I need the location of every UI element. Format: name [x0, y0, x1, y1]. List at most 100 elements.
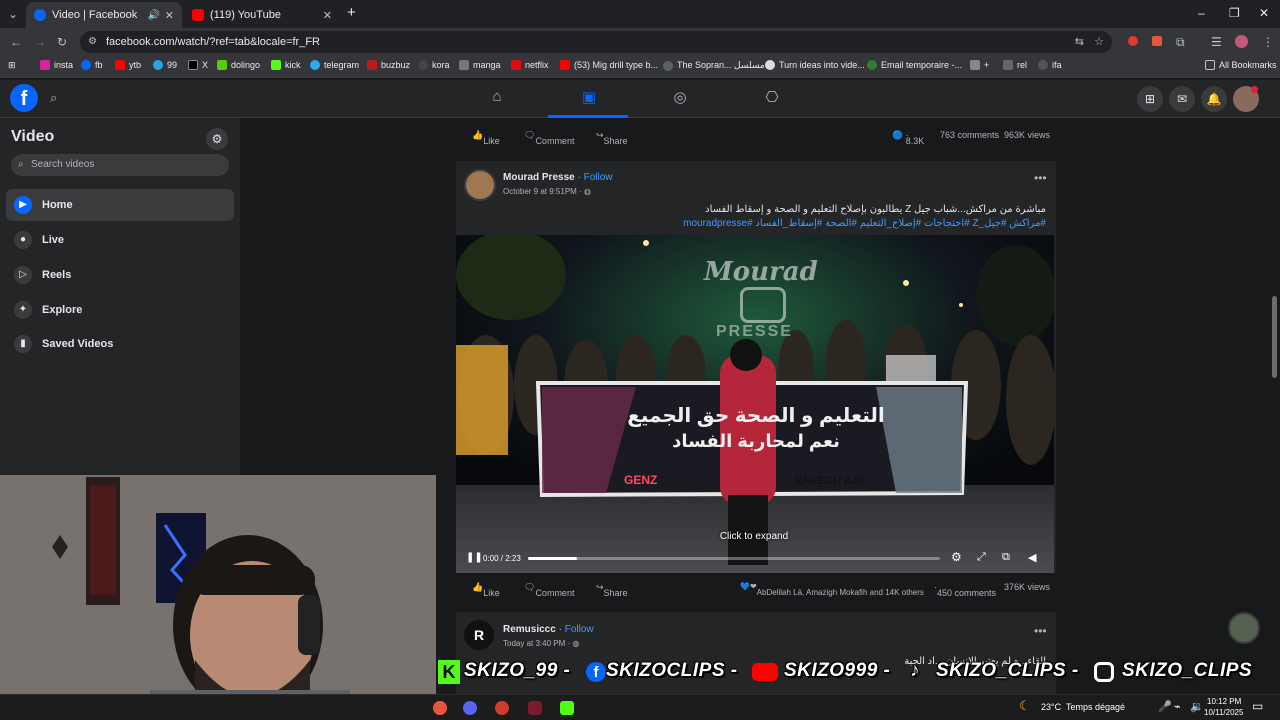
tab-search-icon[interactable]: ☰ [1211, 35, 1222, 49]
search-videos-input[interactable]: ⌕ Search videos [11, 154, 229, 176]
picture-in-picture-icon[interactable]: ⧉ [1002, 551, 1010, 564]
comment-button[interactable]: 🗨 Comment [524, 130, 574, 146]
bookmark-item[interactable]: X [188, 60, 208, 70]
sidebar-item-saved-videos[interactable]: ▮ Saved Videos [6, 328, 234, 360]
author-avatar[interactable]: R [464, 620, 494, 650]
follow-link[interactable]: Follow [584, 172, 613, 183]
post-date[interactable]: Today at 3:40 PM [503, 639, 565, 648]
reactions-summary[interactable]: 💙❤ AbDelilah Lā, Amazigh Mokafih and 14K… [740, 582, 924, 597]
like-button[interactable]: 👍 Like [472, 582, 500, 598]
bookmark-item[interactable]: fb [81, 60, 103, 70]
volume-muted-icon[interactable]: ◀ [1028, 551, 1036, 564]
close-tab-icon[interactable]: ✕ [323, 9, 332, 22]
notification-center-icon[interactable]: ▭ [1252, 699, 1263, 713]
chrome-taskbar-icon[interactable] [433, 701, 447, 715]
sidebar-item-reels[interactable]: ▷ Reels [6, 259, 234, 291]
discord-taskbar-icon[interactable] [463, 701, 477, 715]
bookmark-star-icon[interactable]: ☆ [1094, 31, 1104, 53]
fullscreen-icon[interactable]: ⤢ [977, 551, 986, 564]
gaming-nav-icon[interactable]: ⎔ [761, 88, 783, 108]
url-input[interactable]: ⚙ facebook.com/watch/?ref=tab&locale=fr_… [80, 31, 1112, 53]
messenger-icon[interactable]: ✉ [1169, 86, 1195, 112]
apps-grid-icon[interactable]: ⊞ [8, 60, 16, 71]
clock-date[interactable]: 10/11/2025 [1204, 708, 1243, 717]
extensions-puzzle-icon[interactable]: ⧉ [1176, 35, 1185, 50]
bookmark-item[interactable]: netflix [511, 60, 549, 70]
reload-icon[interactable]: ↻ [57, 35, 67, 49]
bookmark-item[interactable]: manga [459, 60, 501, 70]
video-player[interactable]: Mourad PRESSE التعليم و الصحة حق الجميع … [456, 235, 1054, 573]
bookmark-item[interactable]: + [970, 60, 989, 70]
post-hashtags[interactable]: #مراكش #جيل_Z #احتجاجات #إصلاح_التعليم #… [683, 218, 1046, 229]
more-options-icon[interactable]: ••• [1034, 624, 1047, 638]
weather-temp[interactable]: 23°C [1041, 702, 1061, 712]
bookmark-item[interactable]: buzbuz [367, 60, 410, 70]
share-button[interactable]: ↪ Share [596, 130, 628, 146]
share-button[interactable]: ↪ Share [596, 582, 628, 598]
volume-icon[interactable]: 🔉 [1190, 700, 1204, 713]
bookmark-item[interactable]: kick [271, 60, 301, 70]
bookmark-item[interactable]: ytb [115, 60, 141, 70]
bookmark-item[interactable]: rel [1003, 60, 1027, 70]
menu-grid-icon[interactable]: ⊞ [1137, 86, 1163, 112]
microphone-icon[interactable]: 🎤 [1158, 700, 1172, 713]
page-scrollbar[interactable] [1272, 296, 1277, 378]
facebook-logo-icon[interactable]: f [10, 84, 38, 112]
kick-taskbar-icon[interactable] [560, 701, 574, 715]
notifications-bell-icon[interactable]: 🔔 [1201, 86, 1227, 112]
follow-link[interactable]: Follow [565, 624, 594, 635]
extension-icon[interactable] [1152, 36, 1162, 46]
tab-facebook[interactable]: Video | Facebook 🔊 ✕ [26, 2, 182, 28]
groups-nav-icon[interactable]: ◎ [669, 88, 691, 108]
comment-count[interactable]: · 450 comments [934, 582, 996, 598]
chat-head-avatar[interactable] [1228, 612, 1260, 644]
post-date[interactable]: October 9 at 9:51PM [503, 187, 577, 196]
app-taskbar-icon[interactable] [528, 701, 542, 715]
author-name[interactable]: Remusiccc [503, 624, 556, 635]
video-progress-bar[interactable] [528, 557, 940, 560]
bookmark-item[interactable]: kora [418, 60, 450, 70]
pause-icon[interactable]: ❚❚ [466, 552, 483, 563]
extension-icon[interactable] [1128, 36, 1138, 46]
tab-search-icon[interactable]: ⌄ [8, 7, 18, 21]
search-icon[interactable]: ⌕ [50, 90, 57, 106]
comment-button[interactable]: 🗨 Comment [524, 582, 574, 598]
back-icon[interactable]: ← [10, 35, 22, 49]
bookmark-item[interactable]: insta [40, 60, 73, 70]
more-options-icon[interactable]: ••• [1034, 171, 1047, 185]
all-bookmarks-button[interactable]: All Bookmarks [1205, 60, 1277, 70]
sidebar-item-home[interactable]: ▶ Home [6, 189, 234, 221]
profile-avatar[interactable] [1235, 35, 1248, 48]
maximize-icon[interactable]: ❐ [1229, 6, 1240, 20]
menu-kebab-icon[interactable]: ⋮ [1262, 35, 1274, 49]
author-avatar[interactable] [464, 169, 496, 201]
tab-youtube[interactable]: (119) YouTube ✕ [184, 2, 340, 28]
minimize-icon[interactable]: – [1198, 6, 1205, 20]
bookmark-item[interactable]: dolingo [217, 60, 260, 70]
clock-time[interactable]: 10:12 PM [1207, 697, 1241, 706]
network-icon[interactable]: ⌁ [1174, 700, 1181, 713]
settings-gear-icon[interactable]: ⚙ [206, 128, 228, 150]
bookmark-item[interactable]: (53) Mig drill type b... [560, 60, 658, 70]
like-button[interactable]: 👍 Like [472, 130, 500, 146]
site-info-icon[interactable]: ⚙ [88, 31, 97, 53]
bookmark-item[interactable]: 99 [153, 60, 177, 70]
new-tab-button[interactable]: + [347, 4, 356, 21]
home-nav-icon[interactable]: ⌂ [486, 88, 508, 108]
settings-gear-icon[interactable]: ⚙ [951, 550, 962, 564]
author-name[interactable]: Mourad Presse [503, 172, 575, 183]
bookmark-item[interactable]: ifa [1038, 60, 1062, 70]
close-tab-icon[interactable]: ✕ [165, 9, 174, 22]
app-taskbar-icon[interactable] [495, 701, 509, 715]
comment-count[interactable]: 763 comments [940, 130, 999, 140]
video-nav-icon[interactable]: ▣ [578, 88, 600, 108]
bookmark-item[interactable]: telegram [310, 60, 359, 70]
forward-icon[interactable]: → [34, 35, 46, 49]
click-to-expand[interactable]: Click to expand [694, 531, 814, 542]
sidebar-item-explore[interactable]: ✦ Explore [6, 294, 234, 326]
bookmark-item[interactable]: The Sopran... مسلسل [663, 60, 765, 71]
translate-icon[interactable]: ⇆ [1075, 31, 1084, 53]
sidebar-item-live[interactable]: ● Live [6, 224, 234, 256]
reaction-count[interactable]: 🔵 8.3K · [892, 130, 924, 146]
bookmark-item[interactable]: Turn ideas into vide... [765, 60, 865, 70]
